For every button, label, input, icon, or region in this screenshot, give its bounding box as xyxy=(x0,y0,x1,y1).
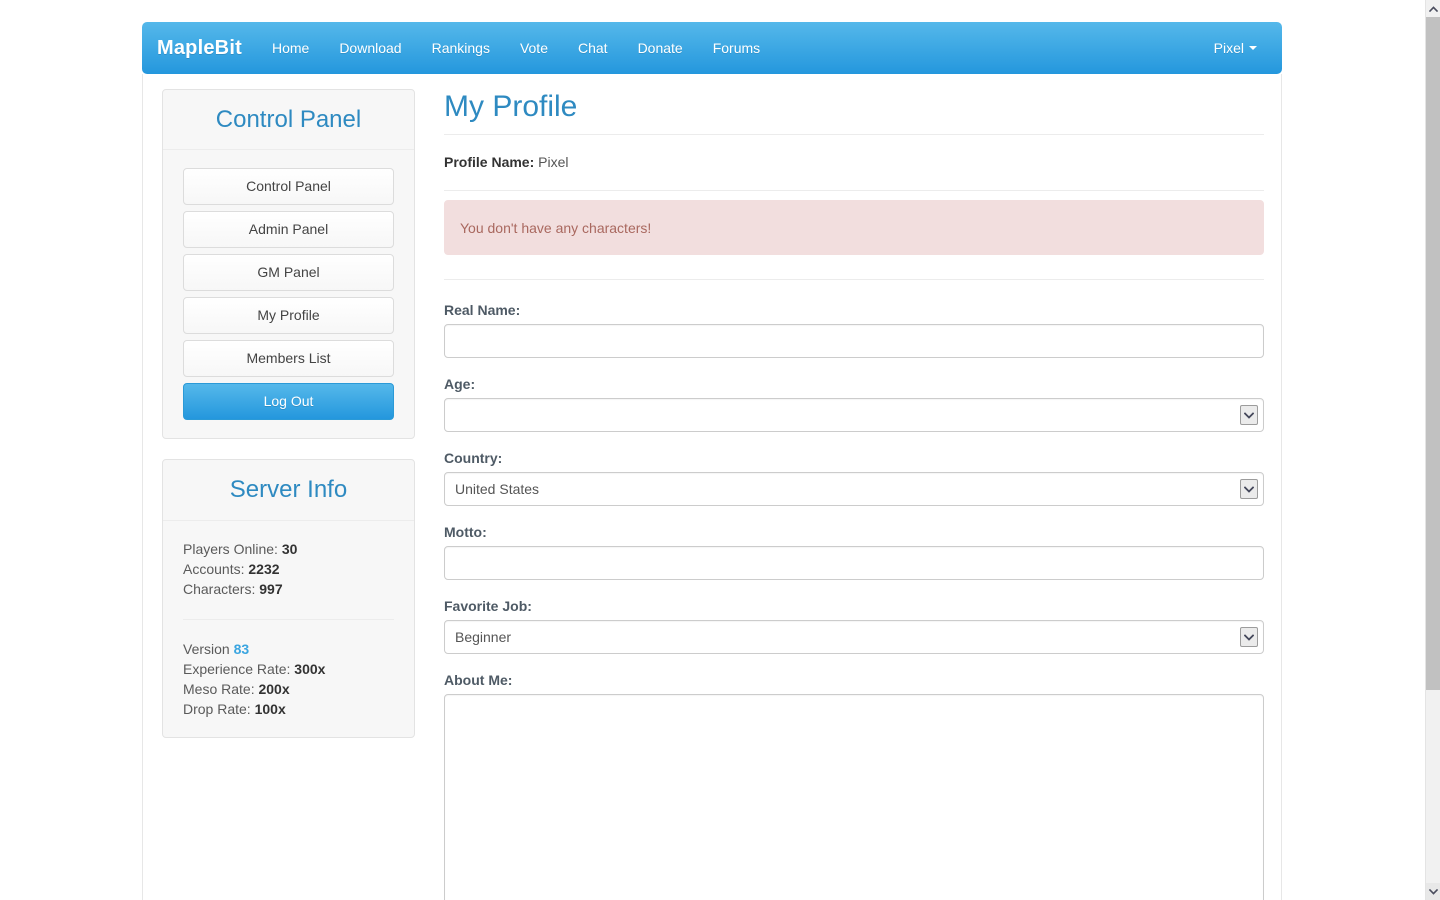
field-about-me: About Me: xyxy=(444,672,1264,900)
stat-characters-label: Characters: xyxy=(183,580,256,597)
nav-link-forums[interactable]: Forums xyxy=(698,22,775,74)
stat-characters-value: 997 xyxy=(259,580,283,597)
stat-players-online-label: Players Online: xyxy=(183,540,278,557)
stat-version: Version 83 xyxy=(183,639,394,659)
sidebar-button-admin-panel[interactable]: Admin Panel xyxy=(183,211,394,249)
no-characters-alert: You don't have any characters! xyxy=(444,200,1264,255)
age-select-wrap xyxy=(444,398,1264,432)
nav-link-vote[interactable]: Vote xyxy=(505,22,563,74)
sidebar-button-members-list[interactable]: Members List xyxy=(183,340,394,378)
chevron-down-icon[interactable] xyxy=(1240,627,1258,647)
profile-name-divider xyxy=(444,190,1264,191)
server-stats-group: Players Online: 30 Accounts: 2232 Charac… xyxy=(183,539,394,599)
stat-drop-rate-label: Drop Rate: xyxy=(183,700,251,717)
favorite-job-label: Favorite Job: xyxy=(444,598,532,614)
country-select-wrap xyxy=(444,472,1264,506)
brand-logo[interactable]: MapleBit xyxy=(157,37,257,60)
nav-links: Home Download Rankings Vote Chat Donate … xyxy=(257,22,775,74)
no-characters-alert-text: You don't have any characters! xyxy=(460,220,652,236)
control-panel-body: Control Panel Admin Panel GM Panel My Pr… xyxy=(163,150,414,438)
stat-meso-rate-value: 200x xyxy=(258,680,290,697)
chevron-down-icon[interactable] xyxy=(1240,479,1258,499)
stat-players-online-value: 30 xyxy=(281,540,298,557)
main-navbar: MapleBit Home Download Rankings Vote Cha… xyxy=(142,22,1282,74)
stat-meso-rate-label: Meso Rate: xyxy=(183,680,255,697)
stat-drop-rate-value: 100x xyxy=(254,700,286,717)
nav-right-group: Pixel xyxy=(1199,22,1267,74)
stat-experience-rate-value: 300x xyxy=(294,660,326,677)
field-real-name: Real Name: xyxy=(444,302,1264,358)
country-label: Country: xyxy=(444,450,503,466)
stat-accounts: Accounts: 2232 xyxy=(183,559,394,579)
sidebar: Control Panel Control Panel Admin Panel … xyxy=(162,89,415,758)
control-panel-heading: Control Panel xyxy=(163,90,414,151)
control-panel-card: Control Panel Control Panel Admin Panel … xyxy=(162,89,415,440)
nav-link-donate[interactable]: Donate xyxy=(623,22,698,74)
page-title: My Profile xyxy=(444,90,578,123)
stat-version-label: Version xyxy=(183,640,230,657)
stat-accounts-value: 2232 xyxy=(248,560,280,577)
server-info-title: Server Info xyxy=(229,476,348,504)
motto-input[interactable] xyxy=(444,546,1264,580)
stat-players-online: Players Online: 30 xyxy=(183,539,394,559)
nav-link-rankings[interactable]: Rankings xyxy=(417,22,505,74)
server-info-card: Server Info Players Online: 30 Accounts:… xyxy=(162,459,415,738)
nav-link-download[interactable]: Download xyxy=(324,22,416,74)
server-rates-group: Version 83 Experience Rate: 300x Meso Ra… xyxy=(183,639,394,719)
motto-label: Motto: xyxy=(444,524,487,540)
content-container: Control Panel Control Panel Admin Panel … xyxy=(142,74,1282,900)
sidebar-button-my-profile[interactable]: My Profile xyxy=(183,297,394,335)
scrollbar-thumb[interactable] xyxy=(1426,17,1440,690)
about-me-textarea[interactable] xyxy=(444,694,1264,900)
nav-link-chat[interactable]: Chat xyxy=(563,22,623,74)
age-select[interactable] xyxy=(444,398,1264,432)
caret-down-icon xyxy=(1249,46,1257,50)
server-info-body: Players Online: 30 Accounts: 2232 Charac… xyxy=(163,521,414,737)
vertical-scrollbar[interactable] xyxy=(1425,0,1440,900)
browser-viewport: MapleBit Home Download Rankings Vote Cha… xyxy=(0,0,1425,900)
main-content: My Profile Profile Name: Pixel You don't… xyxy=(444,89,1264,900)
profile-name-label: Profile Name: xyxy=(444,154,535,170)
server-info-divider xyxy=(183,618,394,620)
sidebar-button-log-out[interactable]: Log Out xyxy=(183,383,394,421)
field-age: Age: xyxy=(444,376,1264,432)
favorite-job-select[interactable] xyxy=(444,620,1264,654)
profile-name-value: Pixel xyxy=(538,154,569,170)
user-menu-toggle[interactable]: Pixel xyxy=(1199,22,1267,74)
stat-drop-rate: Drop Rate: 100x xyxy=(183,699,394,719)
stat-accounts-label: Accounts: xyxy=(183,560,245,577)
stat-characters: Characters: 997 xyxy=(183,579,394,599)
field-favorite-job: Favorite Job: xyxy=(444,598,1264,654)
scroll-down-button[interactable] xyxy=(1426,883,1440,900)
real-name-input[interactable] xyxy=(444,324,1264,358)
stat-experience-rate-label: Experience Rate: xyxy=(183,660,291,677)
page-body: MapleBit Home Download Rankings Vote Cha… xyxy=(0,0,1425,900)
field-motto: Motto: xyxy=(444,524,1264,580)
field-country: Country: xyxy=(444,450,1264,506)
control-panel-title: Control Panel xyxy=(215,106,362,133)
stat-meso-rate: Meso Rate: 200x xyxy=(183,679,394,699)
chevron-down-icon[interactable] xyxy=(1240,405,1258,425)
age-label: Age: xyxy=(444,376,476,392)
scroll-up-button[interactable] xyxy=(1426,0,1440,17)
country-select[interactable] xyxy=(444,472,1264,506)
favorite-job-select-wrap xyxy=(444,620,1264,654)
server-info-heading: Server Info xyxy=(163,460,414,521)
user-menu-label: Pixel xyxy=(1213,40,1244,56)
stat-experience-rate: Experience Rate: 300x xyxy=(183,659,394,679)
stat-version-value[interactable]: 83 xyxy=(234,641,250,657)
sidebar-button-gm-panel[interactable]: GM Panel xyxy=(183,254,394,292)
about-me-label: About Me: xyxy=(444,672,513,688)
profile-name-row: Profile Name: Pixel xyxy=(444,135,1264,190)
profile-form: Real Name: Age: Country: United States M… xyxy=(444,280,1264,900)
nav-link-home[interactable]: Home xyxy=(257,22,324,74)
sidebar-button-control-panel[interactable]: Control Panel xyxy=(183,168,394,206)
real-name-label: Real Name: xyxy=(444,302,521,318)
